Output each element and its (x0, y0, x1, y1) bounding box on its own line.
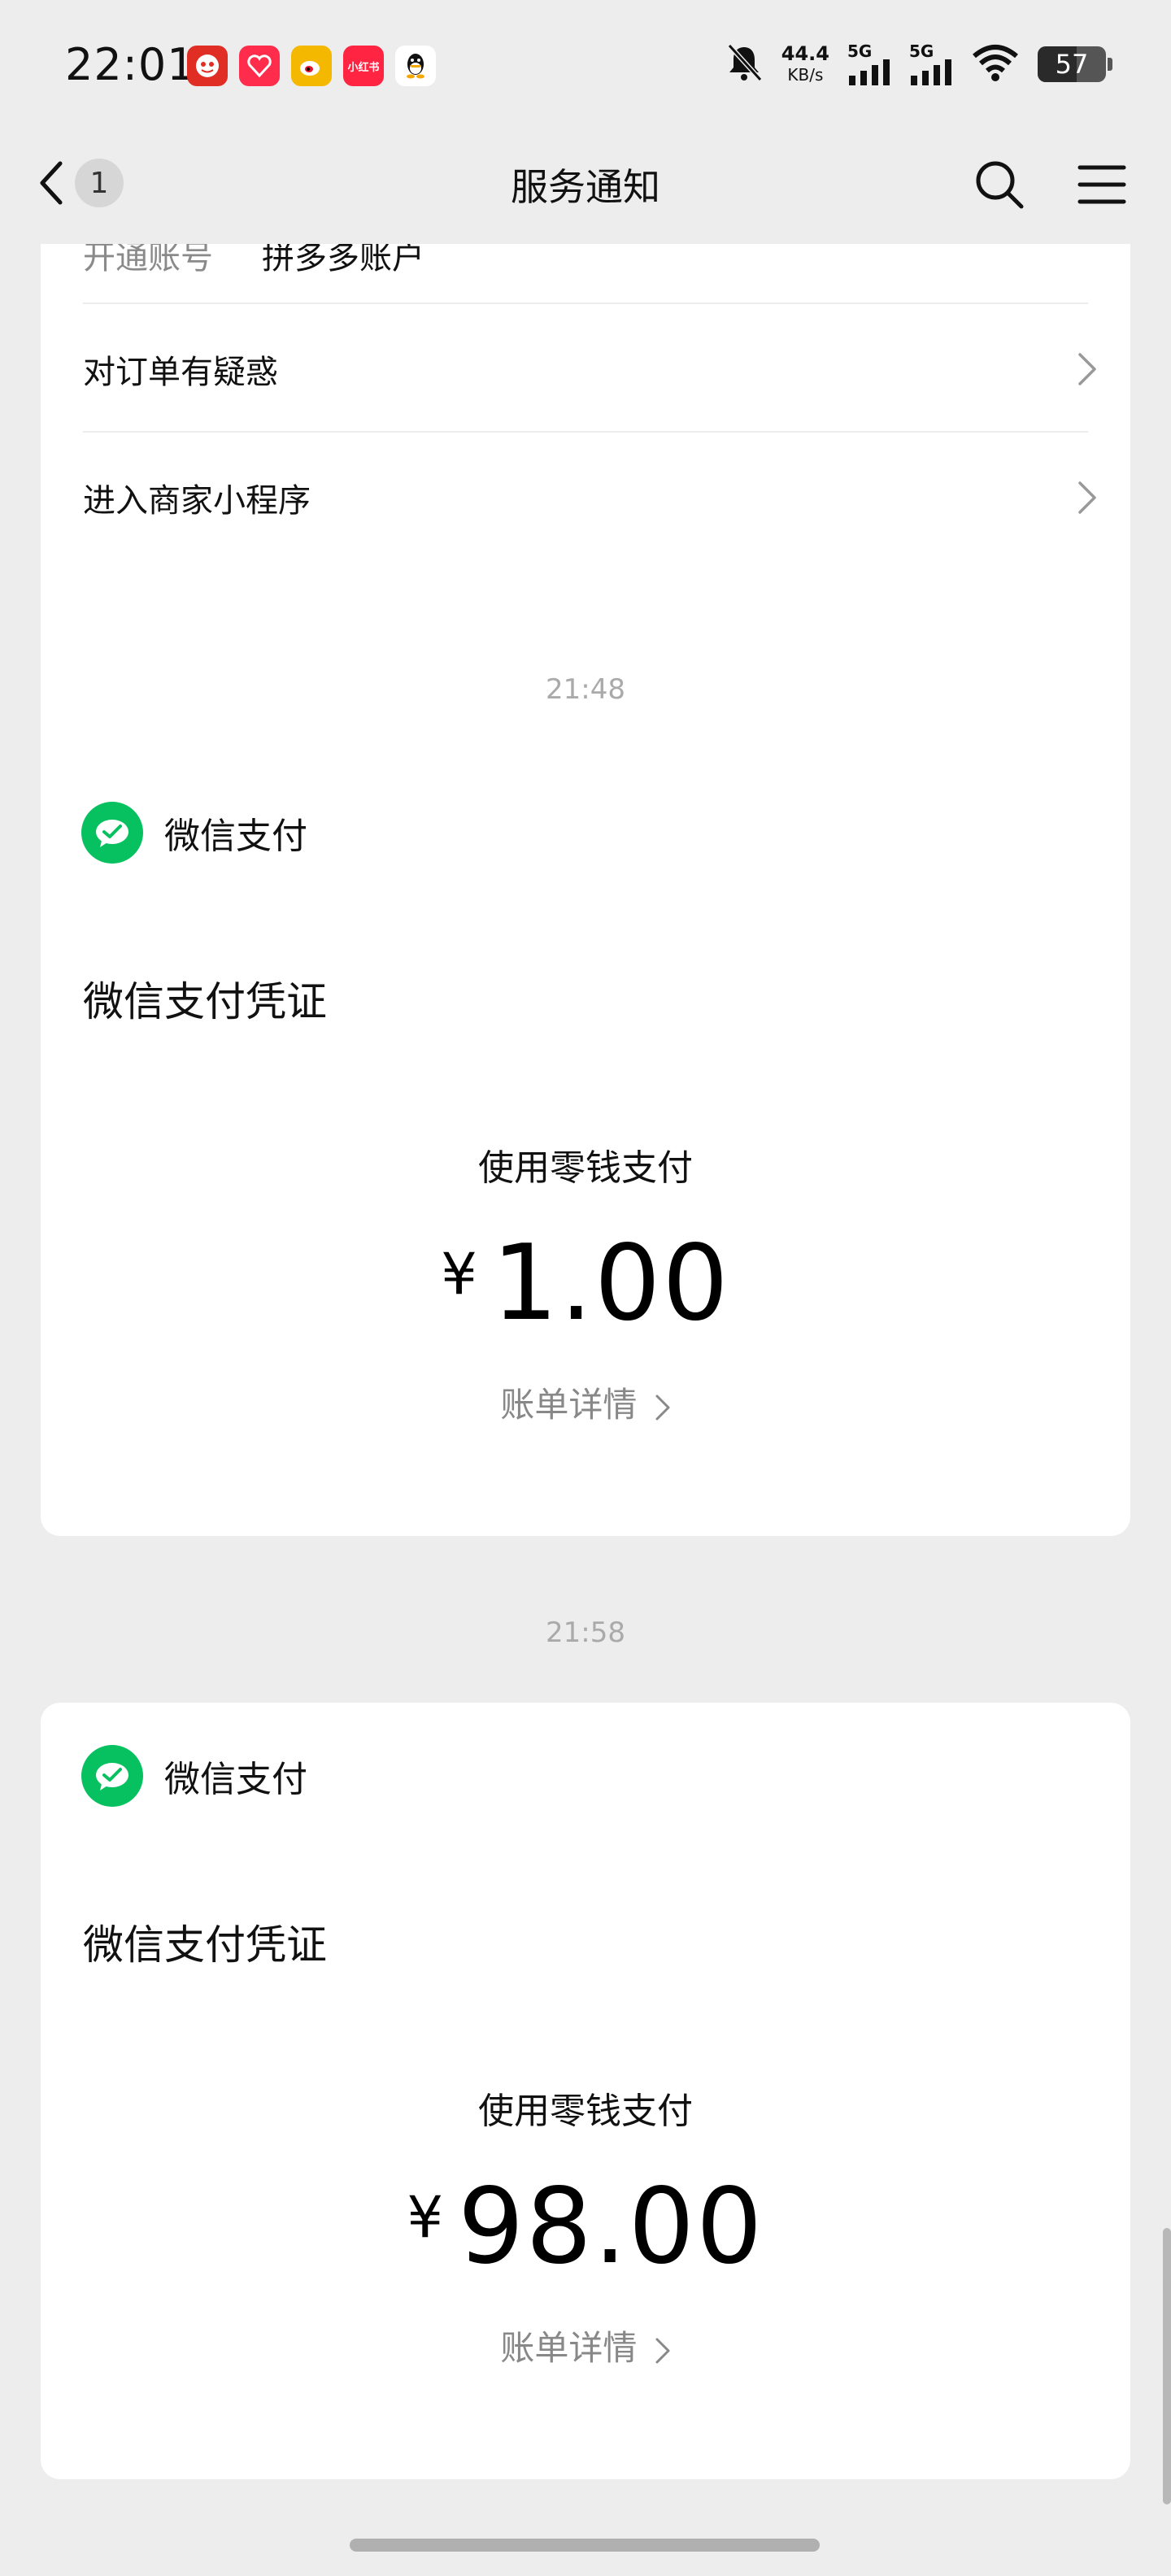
amount-value: 1.00 (491, 1223, 730, 1344)
account-row: 开通账号 拼多多账户 (83, 244, 424, 278)
voucher-title: 微信支付凭证 (83, 1921, 327, 1969)
menu-button[interactable] (1075, 158, 1129, 211)
currency-symbol: ¥ (407, 2184, 444, 2251)
message-list[interactable]: 开通账号 拼多多账户 对订单有疑惑 进入商家小程序 21:48 微信支付 微信支付… (0, 244, 1171, 2521)
account-value: 拼多多账户 (262, 244, 424, 276)
weibo-icon (291, 46, 332, 86)
payment-amount: ¥1.00 (41, 1223, 1130, 1344)
bill-details-link[interactable]: 账单详情 (41, 1377, 1130, 1427)
bill-details-label: 账单详情 (500, 1385, 638, 1425)
sender-header[interactable]: 微信支付 (81, 1745, 307, 1807)
voucher-title: 微信支付凭证 (83, 978, 327, 1025)
status-bar: 22:01 小红书 44.4 KB/s 5G 5G 57 (0, 0, 1171, 122)
signal-bars-icon (911, 59, 951, 85)
status-time: 22:01 (65, 39, 196, 90)
home-indicator[interactable] (350, 2539, 820, 2552)
chevron-right-icon (655, 2338, 670, 2363)
sender-name: 微信支付 (164, 816, 307, 857)
payment-method: 使用零钱支付 (478, 2091, 693, 2132)
network-speed-unit: KB/s (787, 65, 824, 85)
chevron-right-icon (1078, 353, 1096, 385)
xiaohongshu-label: 小红书 (347, 61, 380, 74)
battery-indicator: 57 (1038, 46, 1112, 82)
message-timestamp: 21:48 (546, 673, 625, 706)
signal-bars-icon (849, 59, 890, 85)
network-speed: 44.4 KB/s (781, 43, 829, 85)
sim1-signal: 5G (847, 43, 891, 85)
account-key: 开通账号 (83, 244, 213, 276)
payment-voucher-card[interactable]: 微信支付 微信支付凭证 使用零钱支付 ¥1.00 账单详情 (41, 759, 1130, 1536)
scrollbar-thumb[interactable] (1163, 2228, 1171, 2504)
sender-header[interactable]: 微信支付 (81, 802, 307, 864)
merchant-miniprogram-label: 进入商家小程序 (83, 482, 311, 520)
notification-app-icons: 小红书 (187, 46, 436, 86)
payment-method: 使用零钱支付 (478, 1147, 693, 1189)
payment-amount: ¥98.00 (41, 2166, 1130, 2287)
chevron-right-icon (1078, 481, 1096, 514)
currency-symbol: ¥ (441, 1241, 477, 1308)
wechat-pay-icon (81, 1745, 143, 1807)
message-timestamp: 21:58 (546, 1617, 625, 1649)
battery-level: 57 (1055, 49, 1089, 80)
sim2-signal: 5G (909, 43, 953, 85)
bill-details-link[interactable]: 账单详情 (41, 2321, 1130, 2370)
chevron-right-icon (655, 1395, 670, 1420)
amount-value: 98.00 (458, 2166, 764, 2287)
wifi-icon (971, 43, 1020, 85)
order-question-label: 对订单有疑惑 (83, 354, 278, 391)
menu-icon (1077, 165, 1126, 204)
mute-bell-icon (725, 42, 764, 86)
nav-bar: 1 服务通知 (0, 122, 1171, 244)
search-button[interactable] (973, 158, 1026, 211)
xiaohongshu-icon: 小红书 (343, 46, 384, 86)
pinduoduo-icon (187, 46, 228, 86)
wechat-pay-icon (81, 802, 143, 864)
payment-voucher-card[interactable]: 微信支付 微信支付凭证 使用零钱支付 ¥98.00 账单详情 (41, 1703, 1130, 2479)
divider (83, 431, 1088, 433)
status-indicators: 44.4 KB/s 5G 5G 57 (725, 42, 1112, 86)
merchant-miniprogram-link[interactable]: 进入商家小程序 (83, 449, 1098, 546)
network-speed-value: 44.4 (781, 42, 829, 65)
sim2-label: 5G (909, 41, 934, 61)
divider (83, 302, 1088, 304)
order-notification-card: 开通账号 拼多多账户 对订单有疑惑 进入商家小程序 (41, 244, 1130, 838)
qq-icon (395, 46, 436, 86)
sender-name: 微信支付 (164, 1759, 307, 1800)
order-question-link[interactable]: 对订单有疑惑 (83, 320, 1098, 418)
sim1-label: 5G (847, 41, 873, 61)
taobao-heart-icon (239, 46, 280, 86)
search-icon (976, 161, 1024, 209)
bill-details-label: 账单详情 (500, 2328, 638, 2368)
